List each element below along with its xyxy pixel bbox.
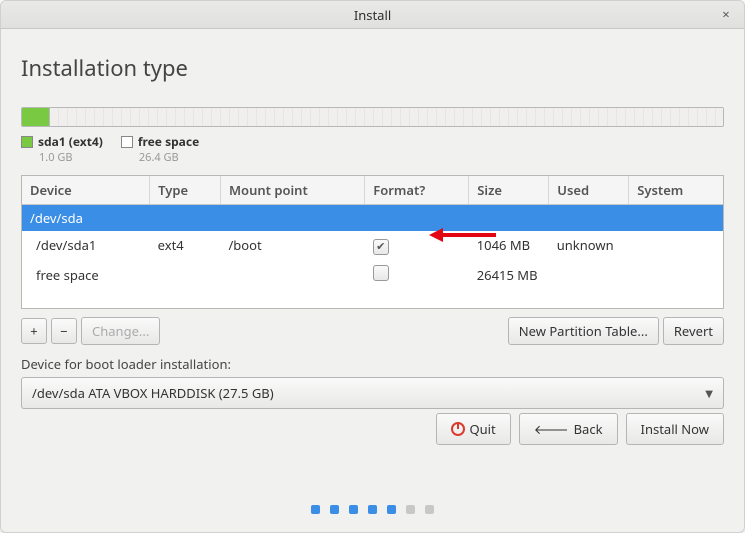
step-dot	[425, 505, 434, 514]
partition-toolbar: + − Change... New Partition Table... Rev…	[21, 317, 724, 345]
cell-format[interactable]	[365, 260, 469, 290]
new-partition-table-button[interactable]: New Partition Table...	[508, 317, 659, 345]
col-device[interactable]: Device	[22, 176, 150, 205]
arrow-left-icon: 🡐	[534, 420, 569, 438]
cell-mount	[220, 260, 364, 290]
quit-label: Quit	[470, 420, 496, 438]
cell-used	[549, 260, 629, 290]
legend-free-size: 26.4 GB	[139, 150, 199, 165]
cell-used: unknown	[549, 231, 629, 260]
table-row-disk[interactable]: /dev/sda	[22, 205, 723, 232]
col-used[interactable]: Used	[549, 176, 629, 205]
bootloader-value: /dev/sda ATA VBOX HARDDISK (27.5 GB)	[32, 384, 274, 402]
cell-device: /dev/sda1	[22, 231, 150, 260]
footer-buttons: Quit 🡐 Back Install Now	[436, 413, 725, 445]
add-partition-button[interactable]: +	[21, 318, 47, 344]
partition-table: Device Type Mount point Format? Size Use…	[21, 175, 724, 309]
legend-free-label: free space	[138, 133, 199, 150]
swatch-green-icon	[21, 136, 33, 148]
col-type[interactable]: Type	[150, 176, 221, 205]
power-icon	[451, 422, 465, 436]
progress-dots	[1, 505, 744, 514]
back-label: Back	[574, 420, 603, 438]
remove-partition-button[interactable]: −	[51, 318, 77, 344]
bootloader-device-select[interactable]: /dev/sda ATA VBOX HARDDISK (27.5 GB) ▼	[21, 377, 724, 409]
cell-mount: /boot	[220, 231, 364, 260]
format-checkbox-icon[interactable]	[373, 239, 389, 255]
close-icon[interactable]: ×	[716, 1, 736, 29]
legend-item-sda1: sda1 (ext4) 1.0 GB	[21, 133, 103, 165]
col-size[interactable]: Size	[469, 176, 549, 205]
col-mount[interactable]: Mount point	[220, 176, 364, 205]
table-row[interactable]: /dev/sda1 ext4 /boot 1046 MB unknown	[22, 231, 723, 260]
step-dot	[349, 505, 358, 514]
install-window: Install × Installation type sda1 (ext4) …	[0, 0, 745, 533]
table-header-row: Device Type Mount point Format? Size Use…	[22, 176, 723, 205]
quit-button[interactable]: Quit	[436, 413, 511, 445]
content-area: Installation type sda1 (ext4) 1.0 GB fre…	[1, 29, 744, 409]
cell-type	[150, 260, 221, 290]
cell-size: 1046 MB	[469, 231, 549, 260]
usage-legend: sda1 (ext4) 1.0 GB free space 26.4 GB	[21, 133, 724, 165]
bootloader-label: Device for boot loader installation:	[21, 355, 724, 373]
swatch-empty-icon	[121, 136, 133, 148]
cell-device: free space	[22, 260, 150, 290]
step-dot	[406, 505, 415, 514]
page-title: Installation type	[21, 53, 724, 83]
back-button[interactable]: 🡐 Back	[519, 413, 618, 445]
revert-button[interactable]: Revert	[663, 317, 724, 345]
legend-sda1-size: 1.0 GB	[39, 150, 103, 165]
format-checkbox-icon[interactable]	[373, 265, 389, 281]
install-now-button[interactable]: Install Now	[626, 413, 724, 445]
col-format[interactable]: Format?	[365, 176, 469, 205]
disk-usage-bar	[21, 107, 724, 127]
cell-format[interactable]	[365, 231, 469, 260]
cell-type: ext4	[150, 231, 221, 260]
step-dot	[330, 505, 339, 514]
usage-seg-sda1	[22, 108, 50, 126]
window-title: Install	[354, 6, 391, 24]
legend-item-free: free space 26.4 GB	[121, 133, 199, 165]
disk-device: /dev/sda	[22, 205, 723, 232]
change-partition-button[interactable]: Change...	[81, 317, 160, 345]
usage-seg-free	[50, 108, 723, 126]
step-dot	[387, 505, 396, 514]
table-row[interactable]: free space 26415 MB	[22, 260, 723, 290]
cell-size: 26415 MB	[469, 260, 549, 290]
step-dot	[368, 505, 377, 514]
cell-system	[629, 260, 723, 290]
chevron-down-icon: ▼	[705, 386, 713, 400]
titlebar: Install ×	[1, 1, 744, 29]
col-system[interactable]: System	[629, 176, 723, 205]
cell-system	[629, 231, 723, 260]
step-dot	[311, 505, 320, 514]
legend-sda1-label: sda1 (ext4)	[38, 133, 103, 150]
